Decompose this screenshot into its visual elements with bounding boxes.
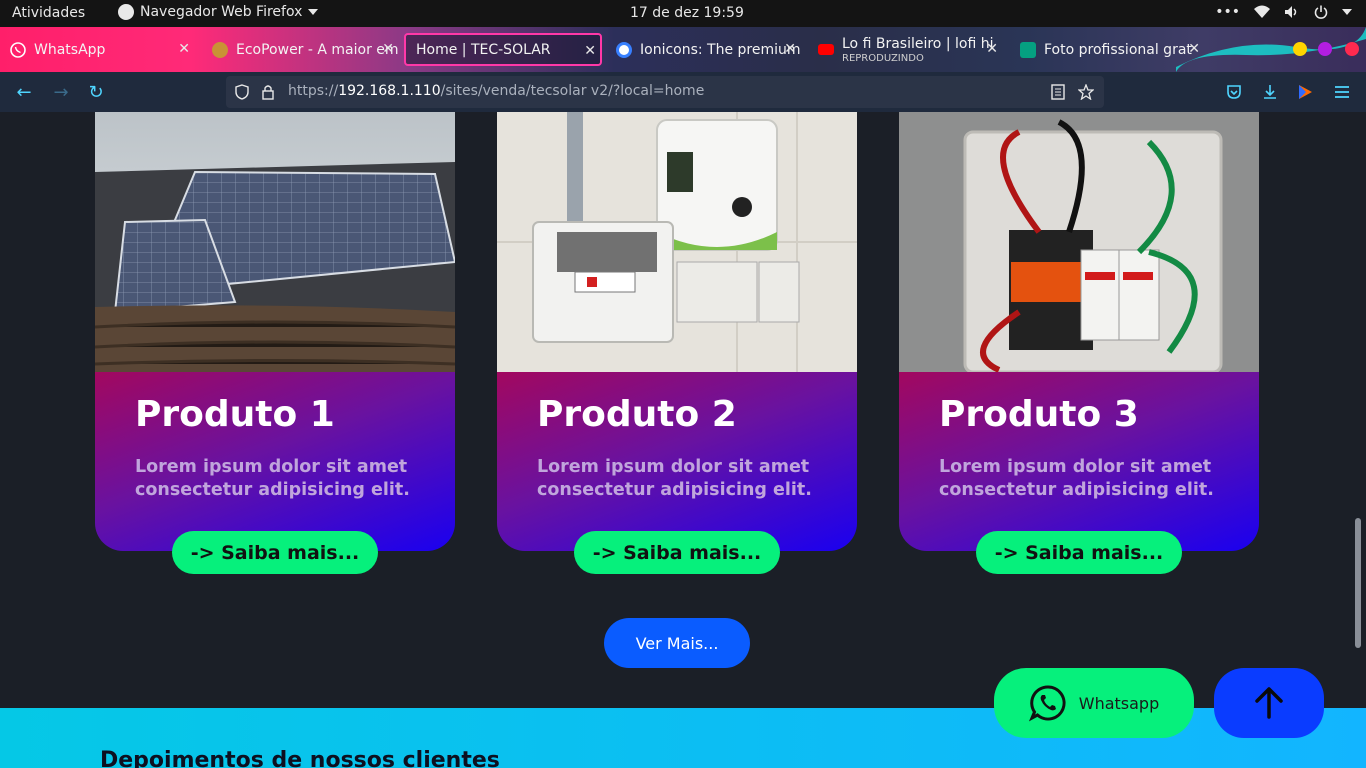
reader-view-icon[interactable] [1050, 84, 1066, 100]
tab-bar: WhatsApp ✕ EcoPower - A maior em ✕ Home … [0, 27, 1366, 72]
url-scheme: https:// [288, 83, 339, 99]
tab-label: Lo fi Brasileiro | lofi hi [842, 35, 994, 52]
system-tray[interactable]: ••• [1215, 4, 1352, 20]
menu-hamburger-icon[interactable] [1335, 84, 1349, 100]
back-to-top-button[interactable] [1214, 668, 1324, 738]
product-image-inverter [497, 112, 857, 372]
whatsapp-floating-button[interactable]: Whatsapp [994, 668, 1194, 738]
reload-icon[interactable]: ↻ [85, 81, 107, 103]
download-icon[interactable] [1262, 84, 1278, 100]
shield-icon[interactable] [234, 84, 250, 100]
tab-label: WhatsApp [34, 41, 106, 58]
lock-icon[interactable] [260, 84, 276, 100]
tab-label: Foto profissional grat [1044, 41, 1192, 58]
back-arrow-icon[interactable]: ← [13, 81, 35, 103]
close-icon[interactable]: ✕ [382, 41, 394, 57]
close-icon[interactable]: ✕ [784, 41, 796, 57]
system-top-bar: Atividades Navegador Web Firefox 17 de d… [0, 0, 1366, 27]
saiba-mais-button[interactable]: -> Saiba mais... [976, 531, 1182, 574]
product-image-junction-box [899, 112, 1259, 372]
purple-dot-icon[interactable] [1318, 42, 1332, 56]
whatsapp-icon [1028, 685, 1066, 722]
app-menu-label: Navegador Web Firefox [140, 4, 303, 20]
product-card-body: Produto 1 Lorem ipsum dolor sit amet con… [95, 372, 455, 551]
wifi-icon [1254, 5, 1270, 18]
url-bar[interactable]: https://192.168.1.110/sites/venda/tecsol… [226, 76, 1104, 108]
red-dot-icon[interactable] [1345, 42, 1359, 56]
product-card-body: Produto 2 Lorem ipsum dolor sit amet con… [497, 372, 857, 551]
ecopower-icon [212, 41, 228, 58]
product-description: Lorem ipsum dolor sit amet consectetur a… [135, 457, 410, 500]
volume-icon [1285, 6, 1297, 18]
tab-lofi-brasileiro[interactable]: Lo fi Brasileiro | lofi hi REPRODUZINDO … [808, 33, 1002, 66]
url-host: 192.168.1.110 [338, 83, 441, 99]
chevron-down-icon [1342, 9, 1352, 15]
tab-ecopower[interactable]: EcoPower - A maior em ✕ [202, 33, 398, 66]
product-title: Produto 1 [135, 394, 335, 435]
pocket-icon[interactable] [1226, 84, 1242, 100]
theme-swoosh-decoration [1176, 27, 1366, 72]
bookmark-star-icon[interactable] [1078, 84, 1094, 100]
saiba-mais-button[interactable]: -> Saiba mais... [172, 531, 378, 574]
arrow-up-icon [1255, 687, 1283, 719]
product-title: Produto 2 [537, 394, 737, 435]
tab-label: Ionicons: The premium [640, 41, 800, 58]
close-icon[interactable]: ✕ [178, 41, 190, 57]
power-icon [1314, 5, 1328, 19]
tab-label: Home | TEC-SOLAR [416, 41, 551, 58]
yellow-dot-icon[interactable] [1293, 42, 1307, 56]
page-scrollbar[interactable] [1355, 518, 1361, 648]
url-path: /sites/venda/tecsolar v2/?local=home [440, 83, 705, 99]
tab-ionicons[interactable]: Ionicons: The premium ✕ [606, 33, 800, 66]
testimonials-heading: Depoimentos de nossos clientes [100, 748, 500, 768]
product-description: Lorem ipsum dolor sit amet consectetur a… [537, 457, 812, 500]
firefox-icon [118, 4, 134, 20]
product-card: Produto 1 Lorem ipsum dolor sit amet con… [95, 112, 455, 574]
saiba-mais-button[interactable]: -> Saiba mais... [574, 531, 780, 574]
product-image-solar-panels [95, 112, 455, 372]
tab-whatsapp[interactable]: WhatsApp ✕ [0, 33, 196, 66]
product-card: Produto 3 Lorem ipsum dolor sit amet con… [899, 112, 1259, 574]
close-icon[interactable]: ✕ [584, 43, 596, 59]
ver-mais-button[interactable]: Ver Mais... [604, 618, 750, 668]
activities-button[interactable]: Atividades [12, 5, 85, 21]
pexels-icon [1020, 41, 1036, 58]
app-menu[interactable]: Navegador Web Firefox [118, 4, 319, 20]
url-text[interactable]: https://192.168.1.110/sites/venda/tecsol… [288, 83, 704, 99]
tab-label: EcoPower - A maior em [236, 41, 398, 58]
chevron-down-icon [308, 9, 319, 15]
product-title: Produto 3 [939, 394, 1139, 435]
product-description: Lorem ipsum dolor sit amet consectetur a… [939, 457, 1214, 500]
page-content: Produto 1 Lorem ipsum dolor sit amet con… [0, 112, 1366, 768]
navigation-bar: ← → ↻ https://192.168.1.110/sites/venda/… [0, 72, 1366, 112]
more-icon[interactable]: ••• [1215, 4, 1240, 20]
forward-arrow-icon[interactable]: → [50, 81, 72, 103]
youtube-icon [818, 44, 834, 55]
extension-play-icon[interactable] [1297, 84, 1313, 100]
close-icon[interactable]: ✕ [986, 41, 998, 57]
ionicons-icon [616, 41, 632, 58]
tab-foto-profissional[interactable]: Foto profissional grat ✕ [1010, 33, 1204, 66]
clock[interactable]: 17 de dez 19:59 [630, 5, 744, 21]
product-card-body: Produto 3 Lorem ipsum dolor sit amet con… [899, 372, 1259, 551]
whatsapp-icon [10, 41, 26, 58]
whatsapp-button-label: Whatsapp [1078, 693, 1160, 713]
tab-playing-label: REPRODUZINDO [842, 52, 924, 64]
product-card: Produto 2 Lorem ipsum dolor sit amet con… [497, 112, 857, 574]
tab-home-tec-solar[interactable]: Home | TEC-SOLAR ✕ [404, 33, 602, 66]
